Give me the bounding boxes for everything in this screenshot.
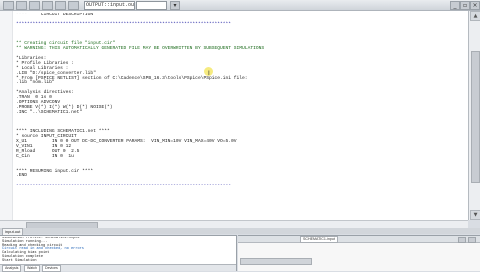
pane-button-icon[interactable] (458, 237, 466, 243)
status-title-bar: SCHEMATIC1-input (238, 236, 480, 243)
horizontal-scrollbar[interactable] (0, 220, 468, 229)
netlist-text[interactable]: **** CIRCUIT DESCRIPTION ***************… (16, 13, 464, 218)
app-icon (3, 1, 14, 10)
tab-analysis[interactable]: Analysis (2, 265, 22, 272)
menu-icon[interactable] (68, 1, 79, 10)
scroll-down-icon[interactable]: ▼ (470, 210, 480, 220)
document-tab-row: input.out (0, 228, 480, 236)
title-bar: OUTPUT::input.out ▾ _ ▫ × (0, 0, 480, 11)
line-gutter (0, 11, 13, 220)
close-icon[interactable]: × (470, 1, 480, 10)
file-combo-2[interactable] (136, 1, 167, 10)
tab-watch[interactable]: Watch (24, 265, 41, 272)
simulation-output-pane: Simulation Profile: SCHEMATIC1-input Simu… (0, 235, 237, 272)
menu-icon[interactable] (55, 1, 66, 10)
tab-devices[interactable]: Devices (42, 265, 61, 272)
scroll-up-icon[interactable]: ▲ (470, 11, 480, 21)
simulation-status-pane: SCHEMATIC1-input (238, 235, 480, 271)
menu-icon[interactable] (29, 1, 40, 10)
output-file-editor[interactable]: **** CIRCUIT DESCRIPTION ***************… (0, 11, 469, 220)
file-combo[interactable]: OUTPUT::input.out (84, 1, 135, 10)
pane-close-icon[interactable] (468, 237, 476, 243)
menu-icon[interactable] (42, 1, 53, 10)
simulation-log: Simulation Profile: SCHEMATIC1-input Simu… (2, 237, 234, 263)
scroll-thumb[interactable] (471, 51, 480, 183)
chevron-down-icon[interactable]: ▾ (170, 1, 180, 10)
vertical-scrollbar[interactable]: ▲ ▼ (469, 11, 480, 220)
code-line: ----------------------------------------… (16, 183, 232, 189)
tab-simulation-profile[interactable]: SCHEMATIC1-input (300, 236, 338, 243)
mouse-cursor-icon: I (208, 70, 210, 77)
minimize-icon[interactable]: _ (450, 1, 460, 10)
restore-icon[interactable]: ▫ (460, 1, 470, 10)
log-line: Start Simulation (2, 258, 37, 263)
status-scroll-thumb[interactable] (240, 258, 312, 265)
doc-icon (16, 1, 27, 10)
